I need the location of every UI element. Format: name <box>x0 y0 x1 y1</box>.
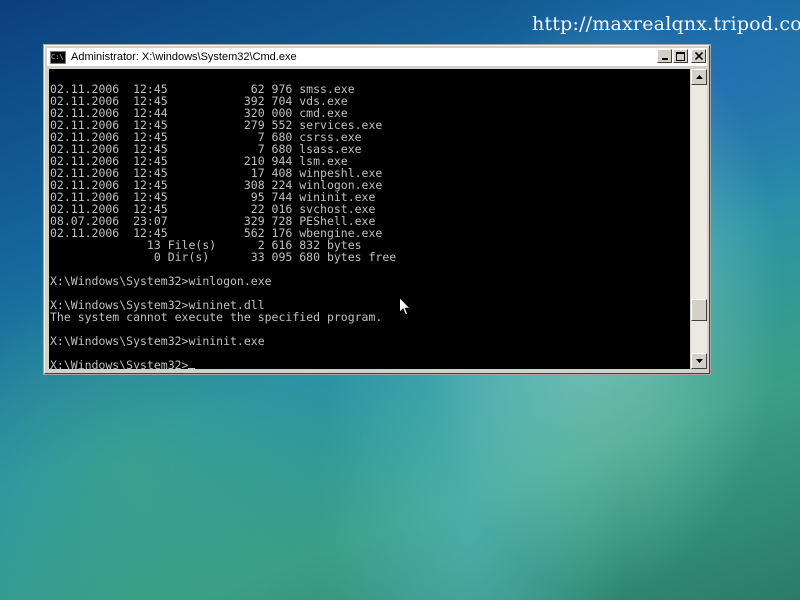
vertical-scrollbar[interactable] <box>691 69 707 369</box>
scroll-up-button[interactable] <box>691 69 707 85</box>
console-prompt: X:\Windows\System32> <box>50 358 189 369</box>
console-line: The system cannot execute the specified … <box>50 310 383 324</box>
console-line: 0 Dir(s) 33 095 680 bytes free <box>50 250 397 264</box>
close-icon <box>694 52 703 60</box>
close-button[interactable] <box>691 49 706 63</box>
title-bar[interactable]: C:\ Administrator: X:\windows\System32\C… <box>47 48 707 66</box>
arrow-up-icon <box>695 75 703 79</box>
window-title: Administrator: X:\windows\System32\Cmd.e… <box>71 51 297 63</box>
console-output[interactable]: 02.11.2006 12:45 62 976 smss.exe 02.11.20… <box>49 69 690 369</box>
console-line: X:\Windows\System32>wininit.exe <box>50 334 265 348</box>
cmd-app-icon[interactable]: C:\ <box>50 50 66 64</box>
console-prompt-line[interactable]: X:\Windows\System32> <box>50 359 396 369</box>
watermark-url: http://maxrealqnx.tripod.com <box>532 13 800 35</box>
console-lines: 02.11.2006 12:45 62 976 smss.exe 02.11.20… <box>50 83 396 369</box>
maximize-button[interactable] <box>673 49 688 63</box>
scroll-down-button[interactable] <box>691 353 707 369</box>
arrow-down-icon <box>695 359 703 363</box>
maximize-icon <box>676 51 685 61</box>
cmd-window[interactable]: C:\ Administrator: X:\windows\System32\C… <box>44 45 710 374</box>
minimize-icon <box>661 58 668 60</box>
mouse-pointer-icon <box>399 297 411 316</box>
window-controls <box>657 49 706 63</box>
scroll-thumb[interactable] <box>691 299 707 322</box>
minimize-button[interactable] <box>657 49 672 63</box>
text-cursor <box>188 368 196 369</box>
console-line: X:\Windows\System32>winlogon.exe <box>50 274 272 288</box>
